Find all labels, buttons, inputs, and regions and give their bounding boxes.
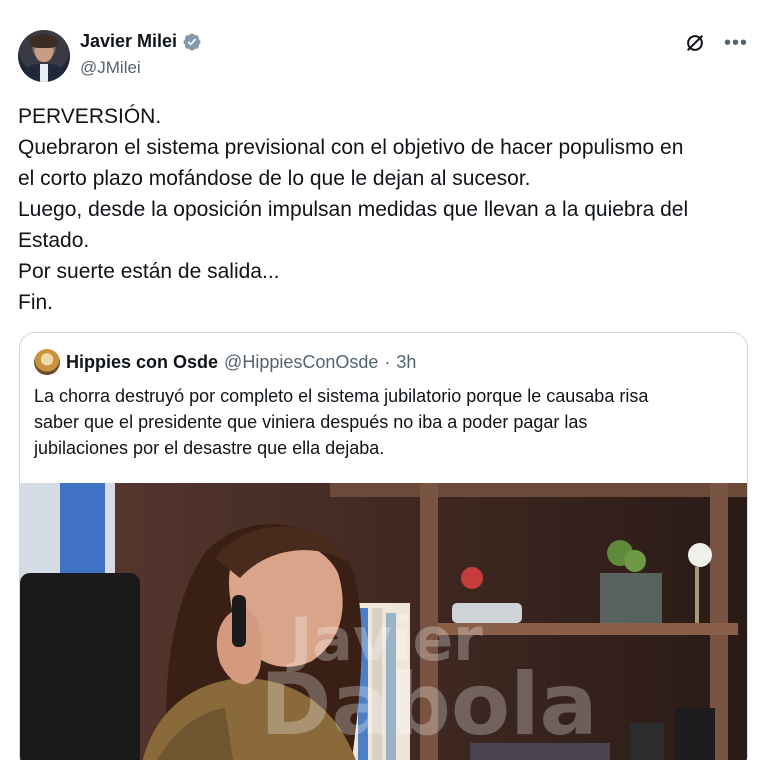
quoted-author-name[interactable]: Hippies con Osde (66, 352, 218, 373)
quoted-media-image[interactable]: Javier Dabola (20, 483, 747, 760)
quoted-line: La chorra destruyó por completo el siste… (34, 386, 649, 406)
quoted-separator: · (384, 351, 391, 372)
author-avatar[interactable] (18, 30, 70, 82)
quoted-tweet-header: Hippies con Osde @HippiesConOsde · 3h (34, 349, 416, 375)
tweet-body: PERVERSIÓN. Quebraron el sistema previsi… (18, 101, 748, 318)
verified-badge-icon (183, 32, 201, 51)
tweet-line: PERVERSIÓN. (18, 105, 162, 128)
media-watermark: Javier Dabola (260, 610, 598, 755)
avatar-hair (30, 34, 58, 48)
tweet-line: Estado. (18, 229, 90, 252)
tweet-line: Luego, desde la oposición impulsan medid… (18, 198, 689, 221)
author-name-row: Javier Milei (80, 31, 202, 52)
tweet-line: el corto plazo mofándose de lo que le de… (18, 167, 531, 190)
watermark-line: Dabola (260, 655, 598, 755)
more-options-icon[interactable]: ••• (724, 33, 748, 53)
author-handle[interactable]: @JMilei (80, 58, 141, 78)
quoted-timestamp[interactable]: 3h (396, 352, 416, 373)
quoted-tweet[interactable]: Hippies con Osde @HippiesConOsde · 3h La… (19, 332, 748, 760)
quoted-tweet-body: La chorra destruyó por completo el siste… (34, 383, 734, 461)
header-actions: ••• (684, 32, 748, 54)
author-name[interactable]: Javier Milei (80, 31, 177, 52)
quoted-author-handle[interactable]: @HippiesConOsde (224, 352, 378, 373)
quoted-line: saber que el presidente que viniera desp… (34, 412, 588, 432)
quoted-line: jubilaciones por el desastre que ella de… (34, 438, 385, 458)
avatar-shirt (40, 64, 48, 82)
tweet-line: Quebraron el sistema previsional con el … (18, 136, 684, 159)
tweet-header: Javier Milei @JMilei ••• (18, 28, 748, 84)
grok-icon[interactable] (684, 32, 706, 54)
tweet-line: Por suerte están de salida... (18, 260, 280, 283)
quoted-author-avatar[interactable] (34, 349, 60, 375)
tweet-line: Fin. (18, 291, 54, 314)
